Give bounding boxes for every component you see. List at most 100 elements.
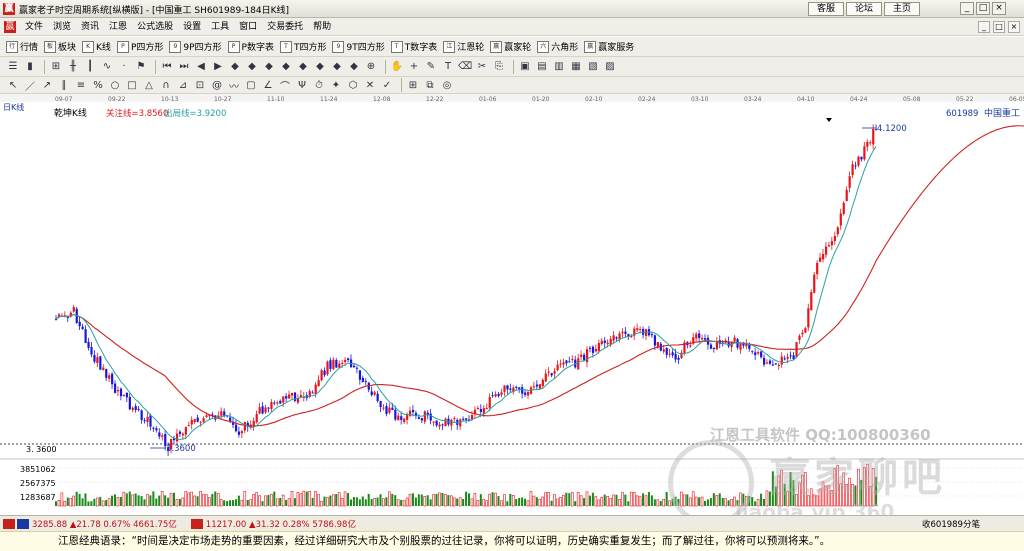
square-icon[interactable]: ▢	[244, 78, 258, 92]
wave-icon[interactable]: 〰	[227, 78, 241, 93]
toolbar-button-2[interactable]: K K线	[82, 40, 111, 53]
rect-icon[interactable]: □	[125, 78, 139, 92]
angle-icon[interactable]: ∠	[261, 78, 275, 92]
check-icon[interactable]: ✓	[380, 78, 394, 92]
save-icon[interactable]: ▤	[535, 60, 549, 74]
tool-icon-4[interactable]: ◆	[279, 60, 293, 74]
tool-icon-6[interactable]: ◆	[313, 60, 327, 74]
toolbar-button-6[interactable]: T T四方形	[279, 40, 326, 53]
menu-item-3[interactable]: 江恩	[104, 18, 132, 36]
tick-detail-link[interactable]: 收601989分笔	[922, 518, 980, 530]
cross-icon[interactable]: ✕	[363, 78, 377, 92]
menu-item-6[interactable]: 工具	[206, 18, 234, 36]
circle-icon[interactable]: ○	[108, 78, 122, 92]
fib-icon[interactable]: ≡	[74, 78, 88, 92]
crosshair-icon[interactable]: +	[407, 60, 421, 74]
cycle-icon[interactable]: ∩	[159, 78, 173, 92]
spiral-icon[interactable]: @	[210, 78, 224, 92]
toolbar-button-4[interactable]: 9 9P四方形	[169, 40, 222, 53]
pencil-icon[interactable]: ✎	[424, 60, 438, 74]
volume-bar	[394, 495, 397, 506]
export-icon[interactable]: ▨	[603, 60, 617, 74]
gann-box-icon[interactable]: ⊡	[193, 78, 207, 92]
menu-item-2[interactable]: 资讯	[76, 18, 104, 36]
tool-icon-2[interactable]: ◆	[245, 60, 259, 74]
image-icon[interactable]: ▣	[518, 60, 532, 74]
volume-bar	[335, 493, 338, 506]
tool-icon-7[interactable]: ◆	[330, 60, 344, 74]
table-icon[interactable]: ⊞	[406, 78, 420, 92]
layout-icon[interactable]: ⧉	[423, 78, 437, 92]
menu-item-5[interactable]: 设置	[178, 18, 206, 36]
volume-bar	[479, 494, 482, 506]
sh-index-quote[interactable]: 3285.88 ▲21.78 0.67% 4661.75亿	[32, 518, 177, 530]
hexagon-icon[interactable]: ⬡	[346, 78, 360, 92]
text-icon[interactable]: T	[441, 60, 455, 74]
pitchfork-icon[interactable]: Ψ	[295, 78, 309, 92]
channel-icon[interactable]: ∥	[57, 78, 71, 92]
tool-icon-5[interactable]: ◆	[296, 60, 310, 74]
maximize-icon[interactable]: □	[976, 2, 990, 15]
line-tool-icon[interactable]: ／	[23, 78, 37, 93]
toolbar-button-5[interactable]: P P数字表	[227, 40, 274, 53]
sz-index-quote[interactable]: 11217.00 ▲31.32 0.28% 5786.98亿	[206, 518, 356, 530]
car-icon[interactable]: ▧	[586, 60, 600, 74]
menu-item-0[interactable]: 文件	[20, 18, 48, 36]
mdi-minimize-icon[interactable]: _	[978, 21, 990, 33]
minimize-icon[interactable]: _	[960, 2, 974, 15]
zoom-icon[interactable]: ⊕	[364, 60, 378, 74]
close-icon[interactable]: ×	[992, 2, 1006, 15]
tool-icon-1[interactable]: ◆	[228, 60, 242, 74]
copy-icon[interactable]: ⎘	[492, 60, 506, 74]
toolbar-button-11[interactable]: 六六角形	[537, 40, 578, 53]
home-button[interactable]: 主页	[884, 2, 920, 16]
arc-icon[interactable]: ⌒	[278, 78, 292, 93]
menu-icon[interactable]: ☰	[6, 60, 20, 74]
time-icon[interactable]: ⏱	[312, 78, 326, 92]
arrow-icon[interactable]: ↖	[6, 78, 20, 92]
next-icon[interactable]: ▶	[211, 60, 225, 74]
drawing-toolbar: ☰ ▮ ⊞ ╫ ┃ ∿ · ⚑ ⏮ ⏭ ◀ ▶ ◆ ◆ ◆ ◆ ◆ ◆ ◆ ◆ …	[0, 57, 1024, 77]
toolbar-button-3[interactable]: P P四方形	[116, 40, 163, 53]
toolbar-button-0[interactable]: 行行情	[6, 40, 38, 53]
toolbar-button-7[interactable]: 9 9T四方形	[332, 40, 385, 53]
candle-icon[interactable]: ╫	[66, 60, 80, 74]
date-ruler	[0, 94, 1024, 102]
line-icon[interactable]: ∿	[100, 60, 114, 74]
mdi-close-icon[interactable]: ×	[1008, 21, 1020, 33]
toolbar-button-10[interactable]: 赢赢家轮	[490, 40, 531, 53]
forum-button[interactable]: 论坛	[846, 2, 882, 16]
menu-item-8[interactable]: 交易委托	[262, 18, 308, 36]
menu-item-7[interactable]: 窗口	[234, 18, 262, 36]
toolbar-button-12[interactable]: 赢赢家服务	[584, 40, 634, 53]
hand-icon[interactable]: ✋	[390, 60, 404, 74]
bar-icon[interactable]: ┃	[83, 60, 97, 74]
toolbar-button-8[interactable]: T T数字表	[390, 40, 437, 53]
star-icon[interactable]: ✦	[329, 78, 343, 92]
gann-fan-icon[interactable]: ⊿	[176, 78, 190, 92]
folder-icon[interactable]: ▦	[569, 60, 583, 74]
mdi-restore-icon[interactable]: □	[993, 21, 1005, 33]
toolbar-button-1[interactable]: 板板块	[44, 40, 76, 53]
menu-item-4[interactable]: 公式选股	[132, 18, 178, 36]
dot-icon[interactable]: ·	[117, 60, 131, 74]
grid-icon[interactable]: ⊞	[49, 60, 63, 74]
chart-type-icon[interactable]: ▮	[23, 60, 37, 74]
scissors-icon[interactable]: ✂	[475, 60, 489, 74]
menu-item-9[interactable]: 帮助	[308, 18, 336, 36]
ray-icon[interactable]: ↗	[40, 78, 54, 92]
toolbar-button-9[interactable]: 江江恩轮	[443, 40, 484, 53]
triangle-icon[interactable]: △	[142, 78, 156, 92]
eraser-icon[interactable]: ⌫	[458, 60, 472, 74]
percent-icon[interactable]: %	[91, 78, 105, 92]
print-icon[interactable]: ▥	[552, 60, 566, 74]
last-icon[interactable]: ⏭	[177, 60, 191, 74]
target-icon[interactable]: ◎	[440, 78, 454, 92]
prev-icon[interactable]: ◀	[194, 60, 208, 74]
first-icon[interactable]: ⏮	[160, 60, 174, 74]
flag-icon[interactable]: ⚑	[134, 60, 148, 74]
tool-icon-8[interactable]: ◆	[347, 60, 361, 74]
menu-item-1[interactable]: 浏览	[48, 18, 76, 36]
service-button[interactable]: 客服	[808, 2, 844, 16]
tool-icon-3[interactable]: ◆	[262, 60, 276, 74]
